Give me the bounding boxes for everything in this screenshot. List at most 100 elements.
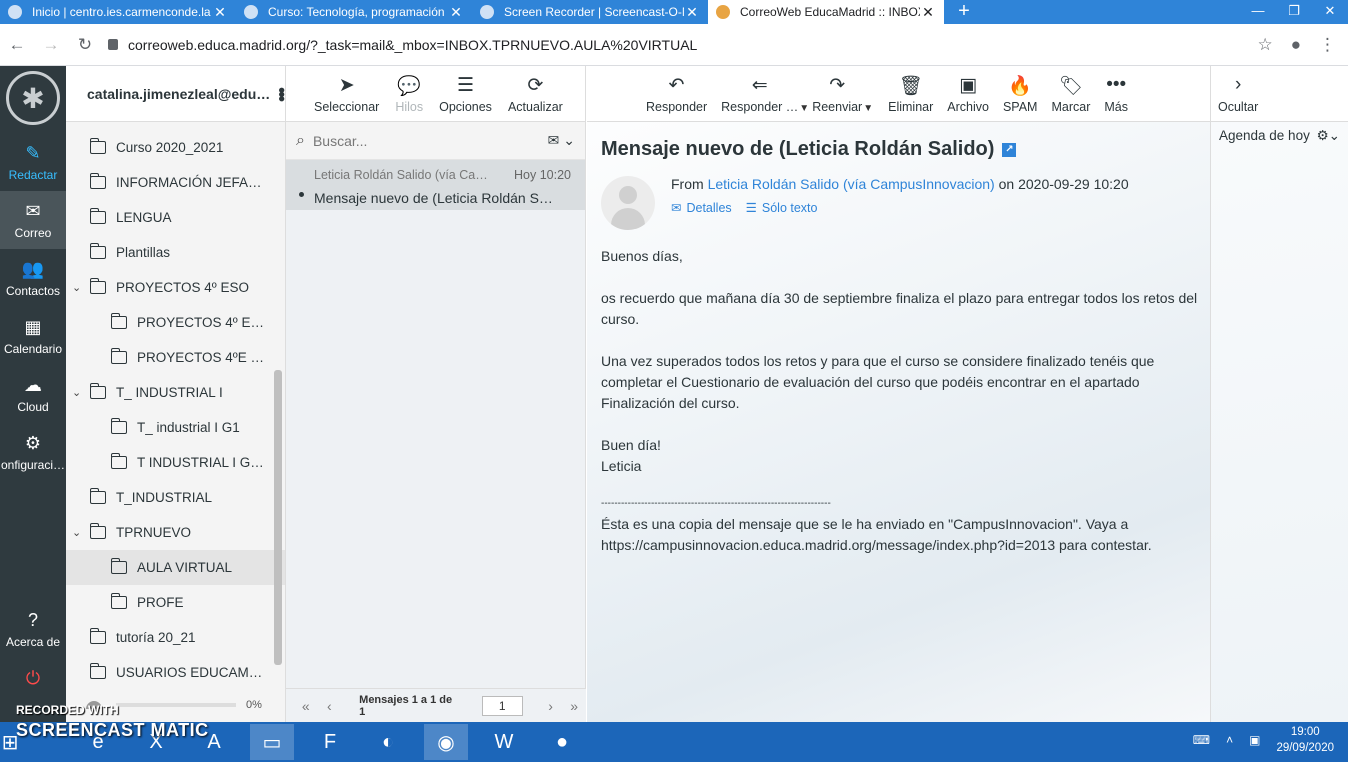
hide-button[interactable]: › Ocultar (1218, 74, 1258, 114)
sender-link[interactable]: Leticia Roldán Salido (vía CampusInnovac… (708, 176, 995, 192)
more-button[interactable]: ••• Más (1097, 74, 1135, 114)
forward-icon[interactable]: → (34, 35, 68, 55)
delete-button[interactable]: 🗑 Eliminar (881, 74, 940, 114)
page-input[interactable]: 1 (481, 695, 523, 716)
archive-button[interactable]: ▣ Archivo (940, 74, 996, 114)
nav-contacts[interactable]: 👥 Contactos (0, 249, 66, 307)
close-tab-icon[interactable]: ✕ (448, 4, 464, 21)
folder-name: T_INDUSTRIAL (116, 490, 213, 505)
threads-button[interactable]: 💬 Hilos (387, 74, 431, 114)
reload-icon[interactable]: ↻ (68, 35, 102, 55)
account-email: catalina.jimenezleal@edu… (87, 85, 271, 102)
folder-item[interactable]: LENGUA (66, 200, 285, 235)
folder-item[interactable]: USUARIOS EDUCAM… (66, 655, 285, 690)
details-link[interactable]: ✉ Detalles (671, 200, 732, 215)
refresh-button[interactable]: ⟳ Actualizar (500, 74, 571, 114)
envelope-filter-icon[interactable]: ✉ ⌄ (548, 132, 575, 149)
browser-tab-4[interactable]: CorreoWeb EducaMadrid :: INBOX ✕ (708, 0, 944, 24)
nav-cloud[interactable]: ☁ Cloud (0, 365, 66, 423)
browser-tab-2[interactable]: Curso: Tecnología, programación ✕ (236, 0, 472, 24)
nav-about[interactable]: ? Acerca de (0, 600, 66, 658)
new-tab-button[interactable]: + (944, 0, 984, 24)
browser-tab-1[interactable]: Inicio | centro.ies.carmenconde.la ✕ (0, 0, 236, 24)
nav-logout[interactable]: ⏻ (0, 662, 66, 698)
close-window-icon[interactable]: ✕ (1312, 0, 1348, 24)
reply-all-button[interactable]: ⇐ Responder … (714, 74, 805, 114)
reply-button[interactable]: ↶ Responder (639, 74, 714, 114)
nav-label: Calendario (3, 341, 63, 356)
word-icon[interactable]: W (482, 724, 526, 760)
forward-button[interactable]: ↷ Reenviar (805, 74, 869, 114)
url-field[interactable]: correoweb.educa.madrid.org/?_task=mail&_… (108, 37, 1257, 53)
keyboard-icon[interactable]: ⌨ (1193, 733, 1210, 747)
pager: « ‹ Mensajes 1 a 1 de 1 1 › » (286, 688, 586, 722)
folder-item[interactable]: tutoría 20_21 (66, 620, 285, 655)
folder-name: PROFE (137, 595, 184, 610)
forward-dropdown-icon[interactable]: ▼ (863, 103, 873, 114)
list-item[interactable]: Leticia Roldán Salido (vía Ca… Hoy 10:20 … (286, 160, 585, 210)
bookmark-star-icon[interactable]: ☆ (1257, 35, 1272, 55)
open-external-icon[interactable]: ↗ (1002, 142, 1017, 157)
folder-icon (111, 558, 127, 574)
educamadrid-logo[interactable]: ✱ (6, 71, 60, 125)
agenda-settings-icon[interactable]: ⚙⌄ (1317, 128, 1340, 144)
folder-expand-icon[interactable]: ⌄ (72, 281, 81, 294)
profile-icon[interactable]: ● (1291, 35, 1301, 55)
button-label: Opciones (439, 100, 492, 114)
folder-scrollbar[interactable] (272, 126, 282, 676)
minimize-icon[interactable]: — (1240, 0, 1276, 24)
edge-icon[interactable]: ◐ (366, 724, 410, 760)
nav-label: onfiguraci… (0, 457, 66, 472)
plain-text-link[interactable]: ☰ Sólo texto (746, 200, 818, 215)
chrome-icon[interactable]: ◉ (424, 724, 468, 760)
tray-arrow-icon[interactable]: ˄ (1226, 733, 1233, 747)
options-button[interactable]: ☰ Opciones (431, 74, 500, 114)
folder-item[interactable]: AULA VIRTUAL (66, 550, 285, 585)
folder-item[interactable]: Curso 2020_2021 (66, 130, 285, 165)
screencast-icon[interactable]: ● (540, 724, 584, 760)
nav-compose[interactable]: ✎ Redactar (0, 133, 66, 191)
watermark-line2: SCREENCAST MATIC (16, 720, 209, 740)
search-input[interactable]: Buscar... (313, 133, 367, 149)
close-tab-icon[interactable]: ✕ (212, 4, 228, 21)
mark-button[interactable]: 🏷 Marcar (1044, 74, 1097, 114)
nav-calendar[interactable]: ▦ Calendario (0, 307, 66, 365)
next-page-icon[interactable]: › (539, 698, 563, 714)
last-page-icon[interactable]: » (562, 698, 586, 714)
close-tab-icon[interactable]: ✕ (920, 4, 936, 21)
clock[interactable]: 19:00 29/09/2020 (1276, 724, 1334, 756)
folder-expand-icon[interactable]: ⌄ (72, 386, 81, 399)
select-button[interactable]: ➤ Seleccionar (286, 74, 387, 114)
maximize-icon[interactable]: ❐ (1276, 0, 1312, 24)
folder-name: Plantillas (116, 245, 171, 260)
search-bar[interactable]: ⌕ Buscar... ✉ ⌄ (286, 122, 585, 160)
folder-item[interactable]: ⌄ PROYECTOS 4º ESO (66, 270, 285, 305)
nav-settings[interactable]: ⚙ onfiguraci… (0, 423, 66, 481)
folder-item[interactable]: T_INDUSTRIAL (66, 480, 285, 515)
festo-fluidsim-icon[interactable]: F (308, 724, 352, 760)
nav-mail[interactable]: ✉ Correo (0, 191, 66, 249)
prev-page-icon[interactable]: ‹ (318, 698, 342, 714)
folder-item[interactable]: PROYECTOS 4ºE … (66, 340, 285, 375)
folder-item[interactable]: PROYECTOS 4º E… (66, 305, 285, 340)
folder-item[interactable]: T INDUSTRIAL I G… (66, 445, 285, 480)
back-icon[interactable]: ← (0, 35, 34, 55)
spam-button[interactable]: 🔥 SPAM (996, 74, 1045, 114)
network-icon[interactable]: ▣ (1249, 733, 1260, 747)
folder-icon (90, 523, 106, 539)
folder-item[interactable]: PROFE (66, 585, 285, 620)
scrollbar-thumb[interactable] (274, 370, 282, 665)
system-tray: ⌨ ˄ ▣ 19:00 29/09/2020 (1193, 724, 1334, 756)
browser-menu-icon[interactable]: ⋮ (1319, 35, 1336, 55)
folder-item[interactable]: T_ industrial I G1 (66, 410, 285, 445)
folder-item[interactable]: INFORMACIÓN JEFA… (66, 165, 285, 200)
folder-item[interactable]: ⌄ TPRNUEVO (66, 515, 285, 550)
browser-tab-3[interactable]: Screen Recorder | Screencast-O-M ✕ (472, 0, 708, 24)
folder-item[interactable]: Plantillas (66, 235, 285, 270)
file-explorer-icon[interactable]: ▭ (250, 724, 294, 760)
folder-expand-icon[interactable]: ⌄ (72, 526, 81, 539)
close-tab-icon[interactable]: ✕ (684, 4, 700, 21)
folder-item[interactable]: ⌄ T_ INDUSTRIAL I (66, 375, 285, 410)
first-page-icon[interactable]: « (294, 698, 318, 714)
folder-icon (111, 313, 127, 329)
